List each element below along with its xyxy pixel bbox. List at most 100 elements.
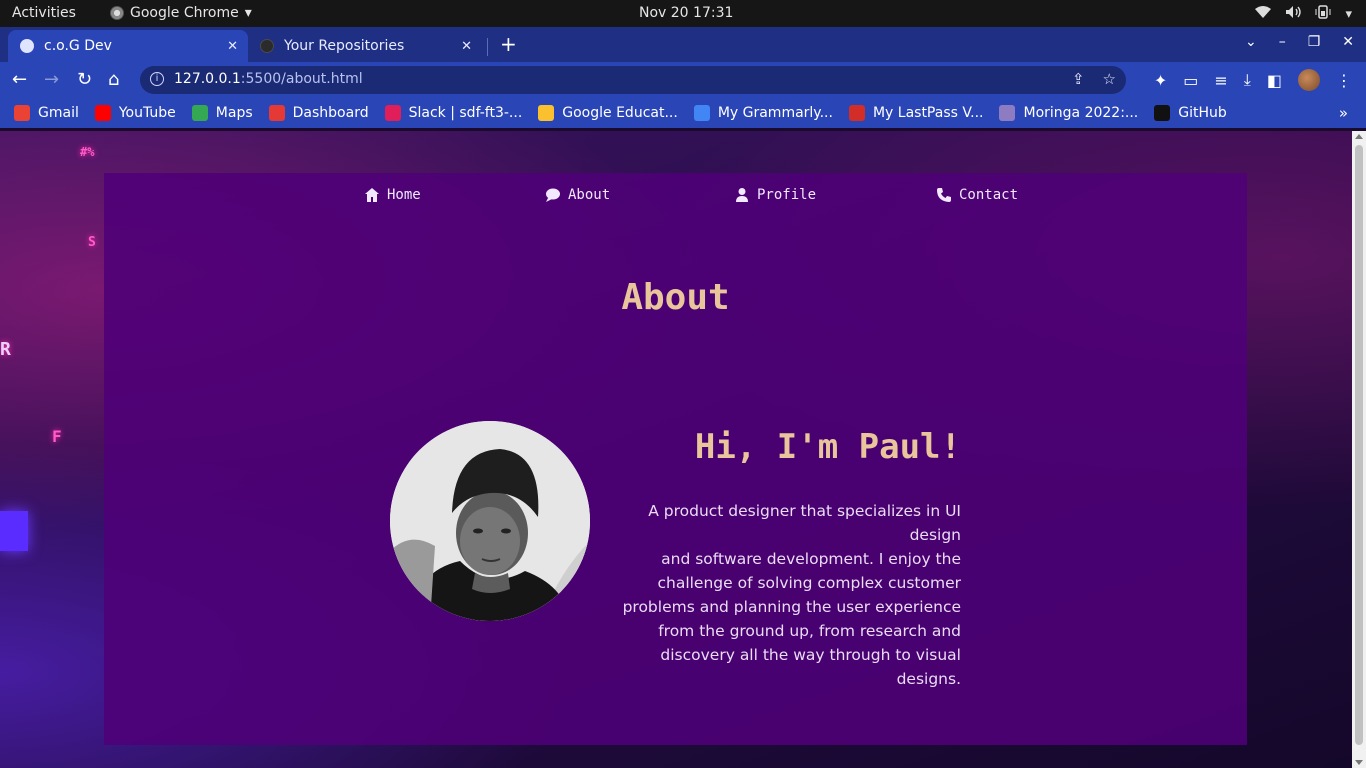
chrome-icon xyxy=(110,6,124,20)
chrome-menu-icon[interactable]: ⋮ xyxy=(1336,71,1352,90)
bookmark-moringa[interactable]: Moringa 2022:... xyxy=(999,105,1138,121)
caret-down-icon: ▾ xyxy=(244,5,252,21)
bio-line: and software development. I enjoy the xyxy=(661,550,961,568)
moringa-icon xyxy=(999,105,1016,121)
side-panel-icon[interactable]: ◧ xyxy=(1267,71,1282,90)
bookmark-label: Moringa 2022:... xyxy=(1023,105,1139,121)
cast-icon[interactable]: ▭ xyxy=(1183,71,1198,90)
nav-home[interactable]: Home xyxy=(364,187,421,203)
back-icon[interactable]: ← xyxy=(12,69,27,90)
new-tab-button[interactable]: + xyxy=(500,32,517,56)
page-scrollbar[interactable] xyxy=(1352,131,1366,768)
nav-profile[interactable]: Profile xyxy=(734,187,816,203)
site-info-icon[interactable]: i xyxy=(150,72,164,86)
bookmark-google-education[interactable]: Google Educat... xyxy=(538,105,678,121)
google-education-icon xyxy=(538,105,555,121)
system-top-bar: Activities Google Chrome ▾ Nov 20 17:31 … xyxy=(0,0,1366,27)
app-name: Google Chrome xyxy=(130,5,239,21)
activities-button[interactable]: Activities xyxy=(12,5,76,21)
bookmark-dashboard[interactable]: Dashboard xyxy=(268,105,369,121)
tab-your-repositories[interactable]: Your Repositories ✕ xyxy=(252,30,482,62)
nav-contact[interactable]: Contact xyxy=(936,187,1018,203)
about-card: Home About Profile Contact About Hi, I'm… xyxy=(104,173,1247,745)
bookmark-label: GitHub xyxy=(1178,105,1227,121)
bookmark-github[interactable]: GitHub xyxy=(1154,105,1227,121)
forward-icon[interactable]: → xyxy=(44,69,59,90)
nav-about[interactable]: About xyxy=(545,187,610,203)
bookmark-star-icon[interactable]: ☆ xyxy=(1103,70,1116,88)
home-button-icon[interactable]: ⌂ xyxy=(108,69,119,90)
window-controls: ⌄ – ❐ ✕ xyxy=(1245,34,1354,50)
bookmark-lastpass[interactable]: My LastPass V... xyxy=(848,105,984,121)
bookmark-label: My Grammarly... xyxy=(717,105,833,121)
close-tab-icon[interactable]: ✕ xyxy=(461,39,472,54)
bookmark-label: Dashboard xyxy=(292,105,369,121)
scroll-down-arrow-icon[interactable] xyxy=(1355,760,1363,765)
bookmark-gmail[interactable]: Gmail xyxy=(14,105,79,121)
bookmark-maps[interactable]: Maps xyxy=(191,105,253,121)
system-menu-caret-icon: ▾ xyxy=(1345,6,1352,22)
bookmark-label: YouTube xyxy=(118,105,176,121)
background-lit-key xyxy=(0,511,28,551)
volume-icon xyxy=(1285,5,1302,23)
bio-line: problems and planning the user experienc… xyxy=(622,598,961,616)
bookmark-label: Slack | sdf-ft3-... xyxy=(408,105,523,121)
profile-avatar[interactable] xyxy=(1298,69,1320,91)
globe-icon xyxy=(20,39,34,53)
nav-about-label: About xyxy=(568,187,611,203)
restore-icon[interactable]: ❐ xyxy=(1308,34,1321,50)
clock[interactable]: Nov 20 17:31 xyxy=(639,5,733,21)
media-controls-icon[interactable]: ≡ xyxy=(1214,71,1227,90)
greeting-heading: Hi, I'm Paul! xyxy=(694,427,961,467)
gmail-icon xyxy=(14,105,30,121)
more-bookmarks-icon[interactable]: » xyxy=(1339,104,1348,122)
tab-separator xyxy=(487,38,488,56)
background-key-f: F xyxy=(52,427,62,446)
nav-contact-label: Contact xyxy=(959,187,1019,203)
grammarly-icon xyxy=(693,105,710,121)
close-window-icon[interactable]: ✕ xyxy=(1342,34,1354,50)
tab-title: c.o.G Dev xyxy=(44,38,112,54)
system-tray[interactable]: ▾ xyxy=(1255,5,1352,23)
nav-profile-label: Profile xyxy=(757,187,817,203)
home-icon xyxy=(365,188,379,202)
browser-toolbar: ← → ↻ ⌂ i 127.0.0.1:5500/about.html ⇪ ☆ … xyxy=(0,62,1366,98)
bookmark-label: Maps xyxy=(215,105,253,121)
bookmark-label: My LastPass V... xyxy=(872,105,984,121)
bio-line: challenge of solving complex customer xyxy=(657,574,961,592)
minimize-icon[interactable]: – xyxy=(1279,34,1286,50)
bookmark-grammarly[interactable]: My Grammarly... xyxy=(693,105,833,121)
bio-line: A product designer that specializes in U… xyxy=(648,502,961,544)
download-icon[interactable]: ⤓ xyxy=(1244,70,1251,90)
tab-search-icon[interactable]: ⌄ xyxy=(1245,34,1257,50)
bookmark-label: Gmail xyxy=(38,105,79,121)
user-icon xyxy=(736,188,748,202)
phone-icon xyxy=(937,188,951,202)
background-key-r: R xyxy=(0,339,11,360)
tab-title: Your Repositories xyxy=(284,38,405,54)
lastpass-icon xyxy=(848,105,865,121)
scroll-up-arrow-icon[interactable] xyxy=(1355,134,1363,139)
tab-cog-dev[interactable]: c.o.G Dev ✕ xyxy=(8,30,248,62)
bio-line: discovery all the way through to visual … xyxy=(660,646,961,688)
maps-icon xyxy=(191,105,208,121)
close-tab-icon[interactable]: ✕ xyxy=(227,39,238,54)
github-favicon-icon xyxy=(260,39,274,53)
share-icon[interactable]: ⇪ xyxy=(1072,70,1085,88)
profile-photo xyxy=(390,421,590,621)
address-bar[interactable]: i 127.0.0.1:5500/about.html ⇪ ☆ xyxy=(140,66,1126,94)
scrollbar-thumb[interactable] xyxy=(1355,145,1363,745)
bookmark-label: Google Educat... xyxy=(562,105,678,121)
bookmark-slack[interactable]: Slack | sdf-ft3-... xyxy=(384,105,523,121)
github-icon xyxy=(1154,105,1171,121)
page-viewport: R F S #% Home About Profile Contact Abou… xyxy=(0,131,1352,768)
reload-icon[interactable]: ↻ xyxy=(77,69,92,90)
app-menu[interactable]: Google Chrome ▾ xyxy=(110,5,252,21)
tab-strip: c.o.G Dev ✕ Your Repositories ✕ xyxy=(0,27,1366,62)
bookmark-youtube[interactable]: YouTube xyxy=(94,105,176,121)
bookmarks-bar: Gmail YouTube Maps Dashboard Slack | sdf-ft3… xyxy=(0,98,1366,128)
background-key-glow: #% xyxy=(80,145,95,159)
slack-icon xyxy=(384,105,401,121)
extensions-icon[interactable]: ✦ xyxy=(1154,71,1167,90)
chat-bubble-icon xyxy=(546,188,560,202)
